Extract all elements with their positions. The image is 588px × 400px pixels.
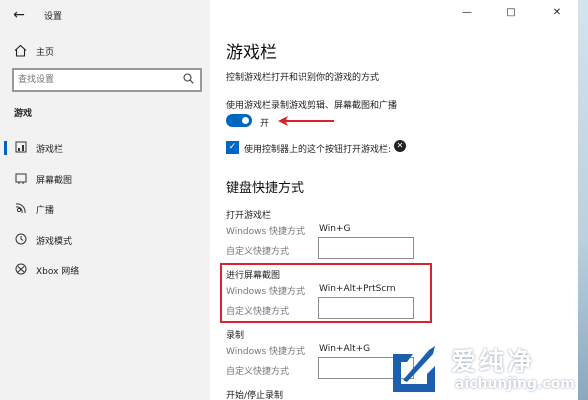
sidebar-section-heading: 游戏 (14, 109, 33, 119)
search-icon[interactable] (183, 73, 194, 87)
xbox-button-icon: ✕ (394, 140, 406, 152)
group-title-start-stop-record: 开始/停止录制 (226, 391, 284, 400)
custom-shortcut-label: 自定义快捷方式 (226, 247, 290, 257)
window-controls: — □ ✕ (458, 0, 578, 28)
record-setting-label: 使用游戏栏录制游戏剪辑、屏幕截图和广播 (226, 101, 398, 111)
close-icon[interactable]: ✕ (550, 6, 564, 20)
game-bar-icon (14, 141, 28, 155)
minimize-icon[interactable]: — (460, 6, 474, 20)
search-box[interactable] (12, 68, 202, 92)
sidebar-item-label: 游戏模式 (36, 237, 73, 247)
toggle-state-label: 开 (260, 119, 270, 129)
windows-shortcut-label: Windows 快捷方式 (226, 287, 306, 297)
windows-shortcut-value: Win+Alt+G (319, 344, 371, 354)
title-bar: ← 设置 (0, 0, 210, 30)
sidebar-item-home[interactable]: 主页 (0, 40, 210, 62)
back-arrow-icon[interactable]: ← (10, 6, 28, 24)
watermark-chinese-text: 爱纯净 (451, 347, 536, 376)
watermark: 爱纯净 aichunjing.com (385, 340, 585, 400)
sidebar-item-label: 主页 (36, 48, 55, 58)
sidebar-item-label: 广播 (36, 206, 55, 216)
game-mode-icon (14, 233, 28, 247)
windows-shortcut-label: Windows 快捷方式 (226, 347, 306, 357)
sidebar-item-captures[interactable]: 屏幕截图 (0, 168, 210, 190)
windows-shortcut-value: Win+G (319, 224, 351, 234)
page-title: 游戏栏 (226, 43, 277, 63)
group-title-open-game-bar: 打开游戏栏 (226, 211, 272, 221)
custom-shortcut-input[interactable] (318, 297, 414, 319)
home-icon (14, 44, 28, 58)
windows-shortcut-value: Win+Alt+PrtScrn (319, 284, 396, 294)
record-toggle[interactable] (226, 114, 252, 127)
custom-shortcut-label: 自定义快捷方式 (226, 367, 290, 377)
checkbox-label: 使用控制器上的这个按钮打开游戏栏: (244, 145, 392, 155)
group-title-record: 录制 (226, 331, 245, 341)
sidebar-item-game-bar[interactable]: 游戏栏 (0, 137, 210, 159)
controller-button-checkbox[interactable]: ✓ (226, 141, 239, 154)
capture-icon (14, 172, 28, 186)
group-title-screenshot: 进行屏幕截图 (226, 271, 281, 281)
shortcuts-heading: 键盘快捷方式 (226, 181, 305, 196)
red-arrow-annotation (278, 116, 334, 126)
custom-shortcut-input[interactable] (318, 237, 414, 259)
watermark-logo-icon (393, 346, 435, 392)
toggle-knob (242, 117, 249, 124)
sidebar-item-label: 屏幕截图 (36, 176, 73, 186)
xbox-icon (14, 263, 28, 277)
window-title: 设置 (44, 12, 63, 22)
page-description: 控制游戏栏打开和识别你的游戏的方式 (226, 73, 380, 83)
sidebar-item-xbox-network[interactable]: Xbox 网络 (0, 259, 210, 281)
custom-shortcut-label: 自定义快捷方式 (226, 307, 290, 317)
sidebar: ← 设置 主页 游戏 游戏栏 屏幕截图 (0, 0, 210, 400)
windows-shortcut-label: Windows 快捷方式 (226, 227, 306, 237)
maximize-icon[interactable]: □ (504, 6, 518, 20)
sidebar-item-game-mode[interactable]: 游戏模式 (0, 229, 210, 251)
watermark-url-text: aichunjing.com (455, 376, 575, 392)
sidebar-item-broadcast[interactable]: 广播 (0, 198, 210, 220)
sidebar-item-label: Xbox 网络 (36, 267, 80, 277)
search-input[interactable] (18, 73, 168, 87)
broadcast-icon (14, 202, 28, 216)
sidebar-item-label: 游戏栏 (36, 145, 64, 155)
